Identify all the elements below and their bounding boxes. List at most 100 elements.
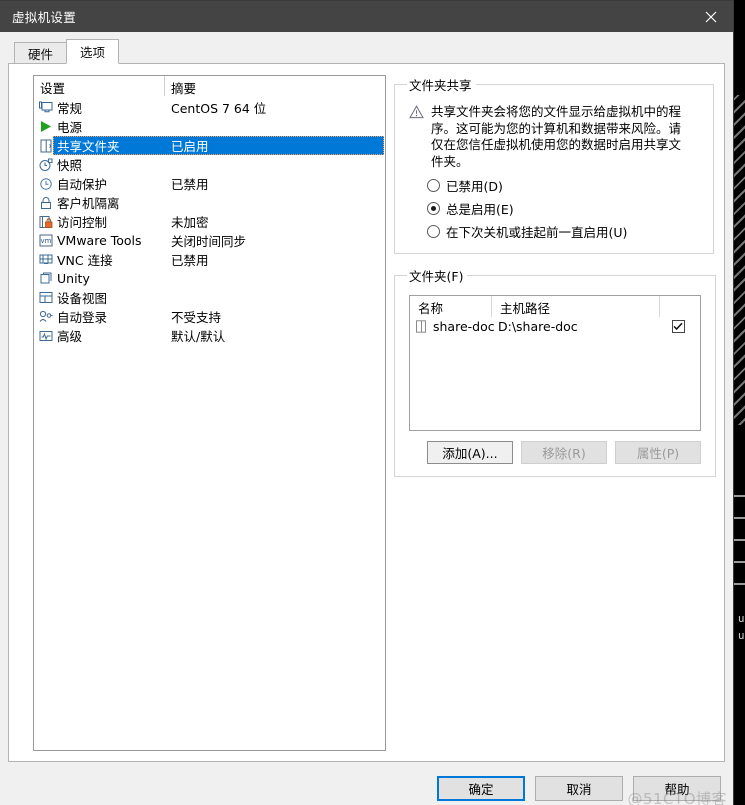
folder-properties-button: 属性(P): [615, 441, 701, 464]
settings-column-header-name: 设置: [34, 76, 165, 96]
access-control-icon: [38, 214, 54, 230]
folders-column-header-host-path: 主机路径: [492, 296, 660, 317]
settings-row-summary: 不受支持: [171, 310, 222, 325]
folders-column-header-name: 名称: [410, 296, 492, 317]
settings-list[interactable]: 设置 摘要 常规 CentOS 7 64 位 电源 共享文件夹 已启用 快照 自…: [33, 75, 386, 751]
folders-legend: 文件夹(F): [409, 269, 464, 284]
settings-row-summary: 已禁用: [171, 177, 209, 192]
settings-row-label: 设备视图: [57, 291, 108, 306]
lock-icon: [38, 195, 54, 211]
options-panel: 文件夹共享 共享文件夹会将您的文件显示给虚拟机中的程序。这可能为您的计算机和数据…: [394, 75, 716, 751]
autoprotect-clock-icon: [38, 176, 54, 192]
folder-sharing-legend: 文件夹共享: [409, 78, 472, 93]
vmware-tools-icon: vm: [38, 233, 54, 249]
radio-label: 已禁用(D): [446, 179, 503, 194]
shared-folder-icon: [38, 138, 54, 154]
dialog-body: 硬件 选项 设置 摘要 常规 CentOS 7 64 位 电源 共享文件夹 已启…: [0, 32, 733, 762]
radio-disabled[interactable]: 已禁用(D): [427, 176, 703, 195]
folder-sharing-group: 文件夹共享 共享文件夹会将您的文件显示给虚拟机中的程序。这可能为您的计算机和数据…: [394, 75, 714, 254]
radio-button-indicator-selected: [427, 202, 440, 215]
vm-settings-dialog: 虚拟机设置 硬件 选项 设置 摘要 常规 CentOS 7 64 位 电源 共享…: [0, 0, 734, 805]
settings-row-access-control[interactable]: 访问控制 未加密: [34, 212, 385, 231]
settings-row-summary: 默认/默认: [171, 329, 226, 344]
settings-row-shared-folders[interactable]: 共享文件夹 已启用: [34, 136, 385, 155]
settings-row-label: 常规: [57, 101, 83, 116]
vnc-icon: [38, 252, 54, 268]
device-view-icon: [38, 290, 54, 306]
settings-row-auto-logon[interactable]: 自动登录 不受支持: [34, 307, 385, 326]
close-icon[interactable]: [689, 1, 733, 32]
snapshot-clock-icon: [38, 157, 54, 173]
folders-table-header: 名称 主机路径: [410, 296, 700, 317]
settings-row-unity[interactable]: Unity: [34, 269, 385, 288]
settings-list-header: 设置 摘要: [34, 76, 385, 96]
settings-row-label: 高级: [57, 329, 83, 344]
settings-row-label: 自动登录: [57, 310, 108, 325]
folders-table[interactable]: 名称 主机路径 share-doc D:\share-doc: [409, 295, 701, 431]
settings-row-label: VMware Tools: [57, 233, 142, 248]
settings-row-device-view[interactable]: 设备视图: [34, 288, 385, 307]
settings-row-label: Unity: [57, 271, 90, 286]
dialog-footer: 确定 取消 帮助 @51CTO博客: [0, 762, 733, 805]
radio-button-indicator: [427, 225, 440, 238]
folder-host-path: D:\share-doc: [498, 319, 578, 334]
cancel-button[interactable]: 取消: [535, 775, 623, 801]
advanced-icon: [38, 328, 54, 344]
settings-row-guest-isolation[interactable]: 客户机隔离: [34, 193, 385, 212]
warning-triangle-icon: [409, 104, 424, 170]
folders-group: 文件夹(F) 名称 主机路径 share-doc D:\share-doc 添加…: [394, 266, 716, 477]
help-button[interactable]: 帮助: [633, 775, 721, 801]
tab-strip: 硬件 选项: [14, 39, 733, 64]
title-bar: 虚拟机设置: [0, 1, 733, 32]
folder-enabled-checkbox[interactable]: [671, 320, 685, 333]
settings-row-label: 电源: [57, 120, 83, 135]
remove-folder-button: 移除(R): [521, 441, 607, 464]
settings-row-summary: 已禁用: [171, 253, 209, 268]
folders-button-row: 添加(A)... 移除(R) 属性(P): [427, 441, 701, 464]
settings-row-summary: 关闭时间同步: [171, 234, 247, 249]
settings-row-summary: 已启用: [171, 139, 209, 154]
svg-text:vm: vm: [41, 237, 52, 245]
radio-always-enabled[interactable]: 总是启用(E): [427, 199, 703, 218]
radio-button-indicator: [427, 179, 440, 192]
settings-row-label: 快照: [57, 158, 83, 173]
settings-row-vmware-tools[interactable]: vm VMware Tools 关闭时间同步: [34, 231, 385, 250]
settings-row-summary: 未加密: [171, 215, 209, 230]
settings-row-label: 共享文件夹: [57, 139, 120, 154]
options-tab-page: 设置 摘要 常规 CentOS 7 64 位 电源 共享文件夹 已启用 快照 自…: [8, 63, 725, 762]
folder-sharing-warning: 共享文件夹会将您的文件显示给虚拟机中的程序。这可能为您的计算机和数据带来风险。请…: [409, 104, 703, 170]
ok-button[interactable]: 确定: [437, 775, 525, 801]
window-title: 虚拟机设置: [12, 10, 77, 25]
folder-enabled-cell: [670, 320, 700, 333]
folders-column-header-enabled: [660, 296, 700, 317]
background-terminal-line-1: u: [737, 612, 745, 625]
settings-row-label: 自动保护: [57, 177, 108, 192]
tab-hardware[interactable]: 硬件: [14, 42, 68, 64]
settings-row-general[interactable]: 常规 CentOS 7 64 位: [34, 98, 385, 117]
folder-sharing-warning-text: 共享文件夹会将您的文件显示给虚拟机中的程序。这可能为您的计算机和数据带来风险。请…: [431, 104, 682, 169]
unity-icon: [38, 271, 54, 287]
tab-options[interactable]: 选项: [66, 39, 120, 64]
settings-row-vnc[interactable]: VNC 连接 已禁用: [34, 250, 385, 269]
radio-enabled-until-shutdown[interactable]: 在下次关机或挂起前一直启用(U): [427, 222, 703, 241]
settings-row-power[interactable]: 电源: [34, 117, 385, 136]
power-play-icon: [38, 119, 54, 135]
settings-row-label: VNC 连接: [57, 253, 113, 268]
folder-icon: [416, 320, 430, 333]
settings-row-snapshot[interactable]: 快照: [34, 155, 385, 174]
monitor-icon: [38, 100, 54, 116]
background-terminal-text: u u: [738, 610, 745, 644]
settings-row-label: 客户机隔离: [57, 196, 120, 211]
settings-row-summary: CentOS 7 64 位: [171, 101, 267, 116]
autologon-icon: [38, 309, 54, 325]
folder-name: share-doc: [433, 319, 495, 334]
settings-row-advanced[interactable]: 高级 默认/默认: [34, 326, 385, 345]
settings-row-autoprotect[interactable]: 自动保护 已禁用: [34, 174, 385, 193]
background-terminal-line-2: u: [737, 629, 745, 642]
radio-label: 在下次关机或挂起前一直启用(U): [446, 225, 628, 240]
radio-label: 总是启用(E): [446, 202, 514, 217]
settings-row-label: 访问控制: [57, 215, 108, 230]
table-row[interactable]: share-doc D:\share-doc: [410, 317, 700, 336]
add-folder-button[interactable]: 添加(A)...: [427, 441, 513, 464]
settings-column-header-summary: 摘要: [171, 81, 197, 96]
